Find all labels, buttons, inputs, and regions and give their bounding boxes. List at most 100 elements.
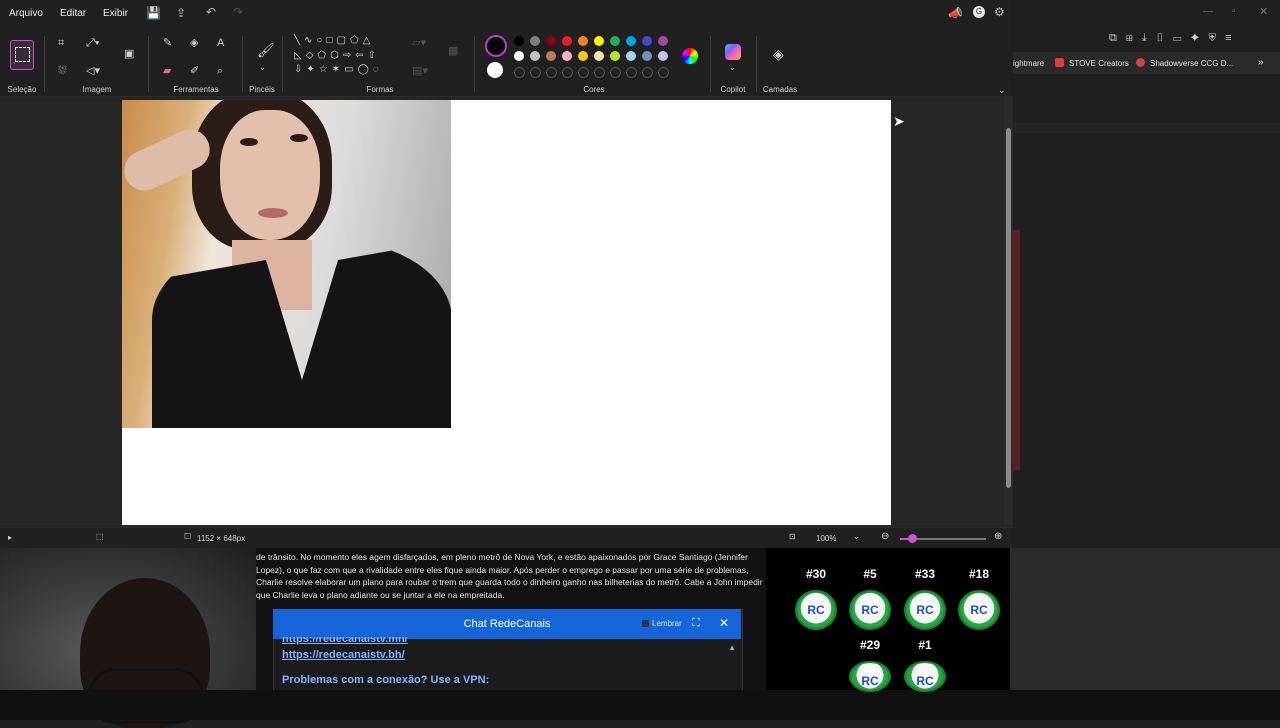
color-swatch[interactable] [578, 36, 588, 46]
server-rc-icon[interactable]: RC [906, 592, 944, 628]
zoom-level-value[interactable]: 100% [816, 534, 836, 543]
menu-icon[interactable]: ≡ [1225, 32, 1240, 44]
custom-color-slot[interactable] [530, 67, 541, 78]
chat-link[interactable]: https://redecanaistv.mn/ [282, 637, 408, 645]
fill-icon[interactable]: ▤▾ [412, 65, 428, 77]
color-swatch[interactable] [626, 36, 636, 46]
color-swatch[interactable] [642, 51, 652, 61]
color-swatch[interactable] [610, 36, 620, 46]
zoom-in-icon[interactable]: ⊕ [994, 531, 1002, 542]
reader-icon[interactable]: ⊞ [1126, 32, 1142, 44]
menu-edit[interactable]: Editar [60, 8, 86, 19]
selection-tool-button[interactable] [10, 40, 34, 70]
shield-icon[interactable]: ⛨ [1208, 32, 1225, 44]
chat-link[interactable]: https://redecanaistv.bh/ [282, 649, 405, 661]
color-swatch[interactable] [530, 36, 540, 46]
wallet-icon[interactable]: ▭ [1173, 32, 1190, 44]
color-swatch[interactable] [546, 51, 556, 61]
color-swatch[interactable] [642, 36, 652, 46]
color-swatch[interactable] [626, 51, 636, 61]
magnifier-icon[interactable]: ⌕ [217, 65, 223, 77]
shapes-gallery[interactable]: ╲∿○□▢⬠△ ◺◇⬠⬡⇨⇦⇧ ⇩✦☆✶▭◯◌ [294, 34, 400, 82]
minimize-icon[interactable]: — [1203, 6, 1213, 17]
extensions-icon[interactable]: ⧉ [1109, 32, 1126, 44]
eraser-icon[interactable]: ▰ [163, 65, 171, 77]
server-rc-icon[interactable]: RC [851, 592, 889, 628]
bookmark-item[interactable]: Shadowverse CCG D... [1150, 59, 1233, 68]
color-swatch[interactable] [514, 51, 524, 61]
undo-icon[interactable]: ↶ [206, 6, 216, 18]
color-swatch[interactable] [610, 51, 620, 61]
expand-icon[interactable]: ⛶ [692, 617, 700, 630]
close-window-icon[interactable]: ✕ [1259, 5, 1268, 18]
custom-color-slot[interactable] [610, 67, 621, 78]
edit-colors-icon[interactable] [682, 48, 698, 64]
server-rc-icon[interactable]: RC [906, 663, 944, 690]
color-swatch[interactable] [562, 36, 572, 46]
rotate-flip-icon[interactable]: ◁▾ [86, 65, 100, 77]
account-avatar-icon[interactable]: G [973, 6, 985, 18]
primary-color-swatch[interactable] [485, 35, 507, 57]
resize-icon[interactable]: ⤢▾ [86, 37, 99, 49]
save-icon[interactable]: 💾 [146, 7, 161, 19]
announcement-icon[interactable]: 📣 [948, 7, 963, 19]
server-rc-icon[interactable]: RC [851, 663, 889, 690]
menu-file[interactable]: Arquivo [9, 8, 43, 19]
download-icon[interactable]: ⤓ [1142, 32, 1156, 44]
color-swatch[interactable] [514, 36, 524, 46]
fit-to-window-icon[interactable]: ⊡ [789, 532, 796, 541]
color-swatch[interactable] [594, 51, 604, 61]
menu-view[interactable]: Exibir [103, 8, 128, 19]
remember-label[interactable]: Lembrar [652, 619, 682, 628]
crop-icon[interactable]: ⌗ [58, 37, 64, 49]
zoom-dropdown-icon[interactable]: ⌄ [853, 532, 860, 541]
color-picker-icon[interactable]: ✐ [190, 65, 199, 77]
custom-color-slot[interactable] [626, 67, 637, 78]
custom-color-slot[interactable] [562, 67, 573, 78]
outline-icon[interactable]: ▱▾ [412, 37, 426, 49]
zoom-out-icon[interactable]: ⊖ [881, 531, 889, 542]
custom-color-slot[interactable] [658, 67, 669, 78]
share-icon[interactable]: ⇪ [176, 7, 186, 19]
zoom-slider[interactable] [900, 534, 986, 543]
more-bookmarks-icon[interactable]: » [1258, 57, 1264, 68]
pencil-icon[interactable]: ✎ [163, 37, 172, 49]
sidebar-icon[interactable]: ▯ [1156, 32, 1173, 44]
fill-bucket-icon[interactable]: ◈ [190, 37, 198, 49]
shape-size-icon[interactable]: ▦ [448, 45, 458, 57]
layers-icon[interactable]: ◈ [773, 47, 784, 61]
chevron-down-icon[interactable]: ⌄ [259, 62, 266, 74]
maximize-icon[interactable]: ▫ [1232, 6, 1236, 17]
custom-color-slot[interactable] [578, 67, 589, 78]
color-swatch[interactable] [658, 36, 668, 46]
custom-color-slot[interactable] [514, 67, 525, 78]
color-swatch[interactable] [562, 51, 572, 61]
text-icon[interactable]: A [217, 37, 224, 49]
remember-checkbox[interactable] [642, 620, 649, 627]
bookmark-item[interactable]: STOVE Creators [1069, 59, 1129, 68]
color-swatch[interactable] [658, 51, 668, 61]
color-swatch[interactable] [530, 51, 540, 61]
custom-color-slot[interactable] [642, 67, 653, 78]
copilot-icon[interactable] [725, 44, 741, 60]
server-rc-icon[interactable]: RC [960, 592, 998, 628]
chat-scroll-up-icon[interactable]: ▲ [728, 643, 736, 652]
custom-color-slot[interactable] [546, 67, 557, 78]
custom-color-slot[interactable] [594, 67, 605, 78]
scrollbar-thumb[interactable] [1006, 128, 1011, 488]
copilot-star-icon[interactable]: ✦ [1190, 32, 1208, 44]
color-swatch[interactable] [578, 51, 588, 61]
secondary-color-swatch[interactable] [487, 62, 503, 78]
remove-background-icon[interactable]: ⛆ [58, 65, 67, 77]
server-rc-icon[interactable]: RC [797, 592, 835, 628]
image-select-icon[interactable]: ▣ [124, 48, 134, 60]
zoom-slider-thumb[interactable] [908, 534, 917, 543]
brush-icon[interactable]: 🖌 [257, 43, 275, 57]
color-swatch[interactable] [546, 36, 556, 46]
bookmark-item[interactable]: ightmare [1013, 59, 1044, 68]
color-swatch[interactable] [594, 36, 604, 46]
chevron-down-icon[interactable]: ⌄ [729, 62, 736, 74]
close-chat-icon[interactable]: ✕ [719, 616, 729, 630]
settings-gear-icon[interactable]: ⚙ [994, 6, 1005, 18]
collapse-ribbon-icon[interactable]: ⌄ [998, 84, 1006, 96]
